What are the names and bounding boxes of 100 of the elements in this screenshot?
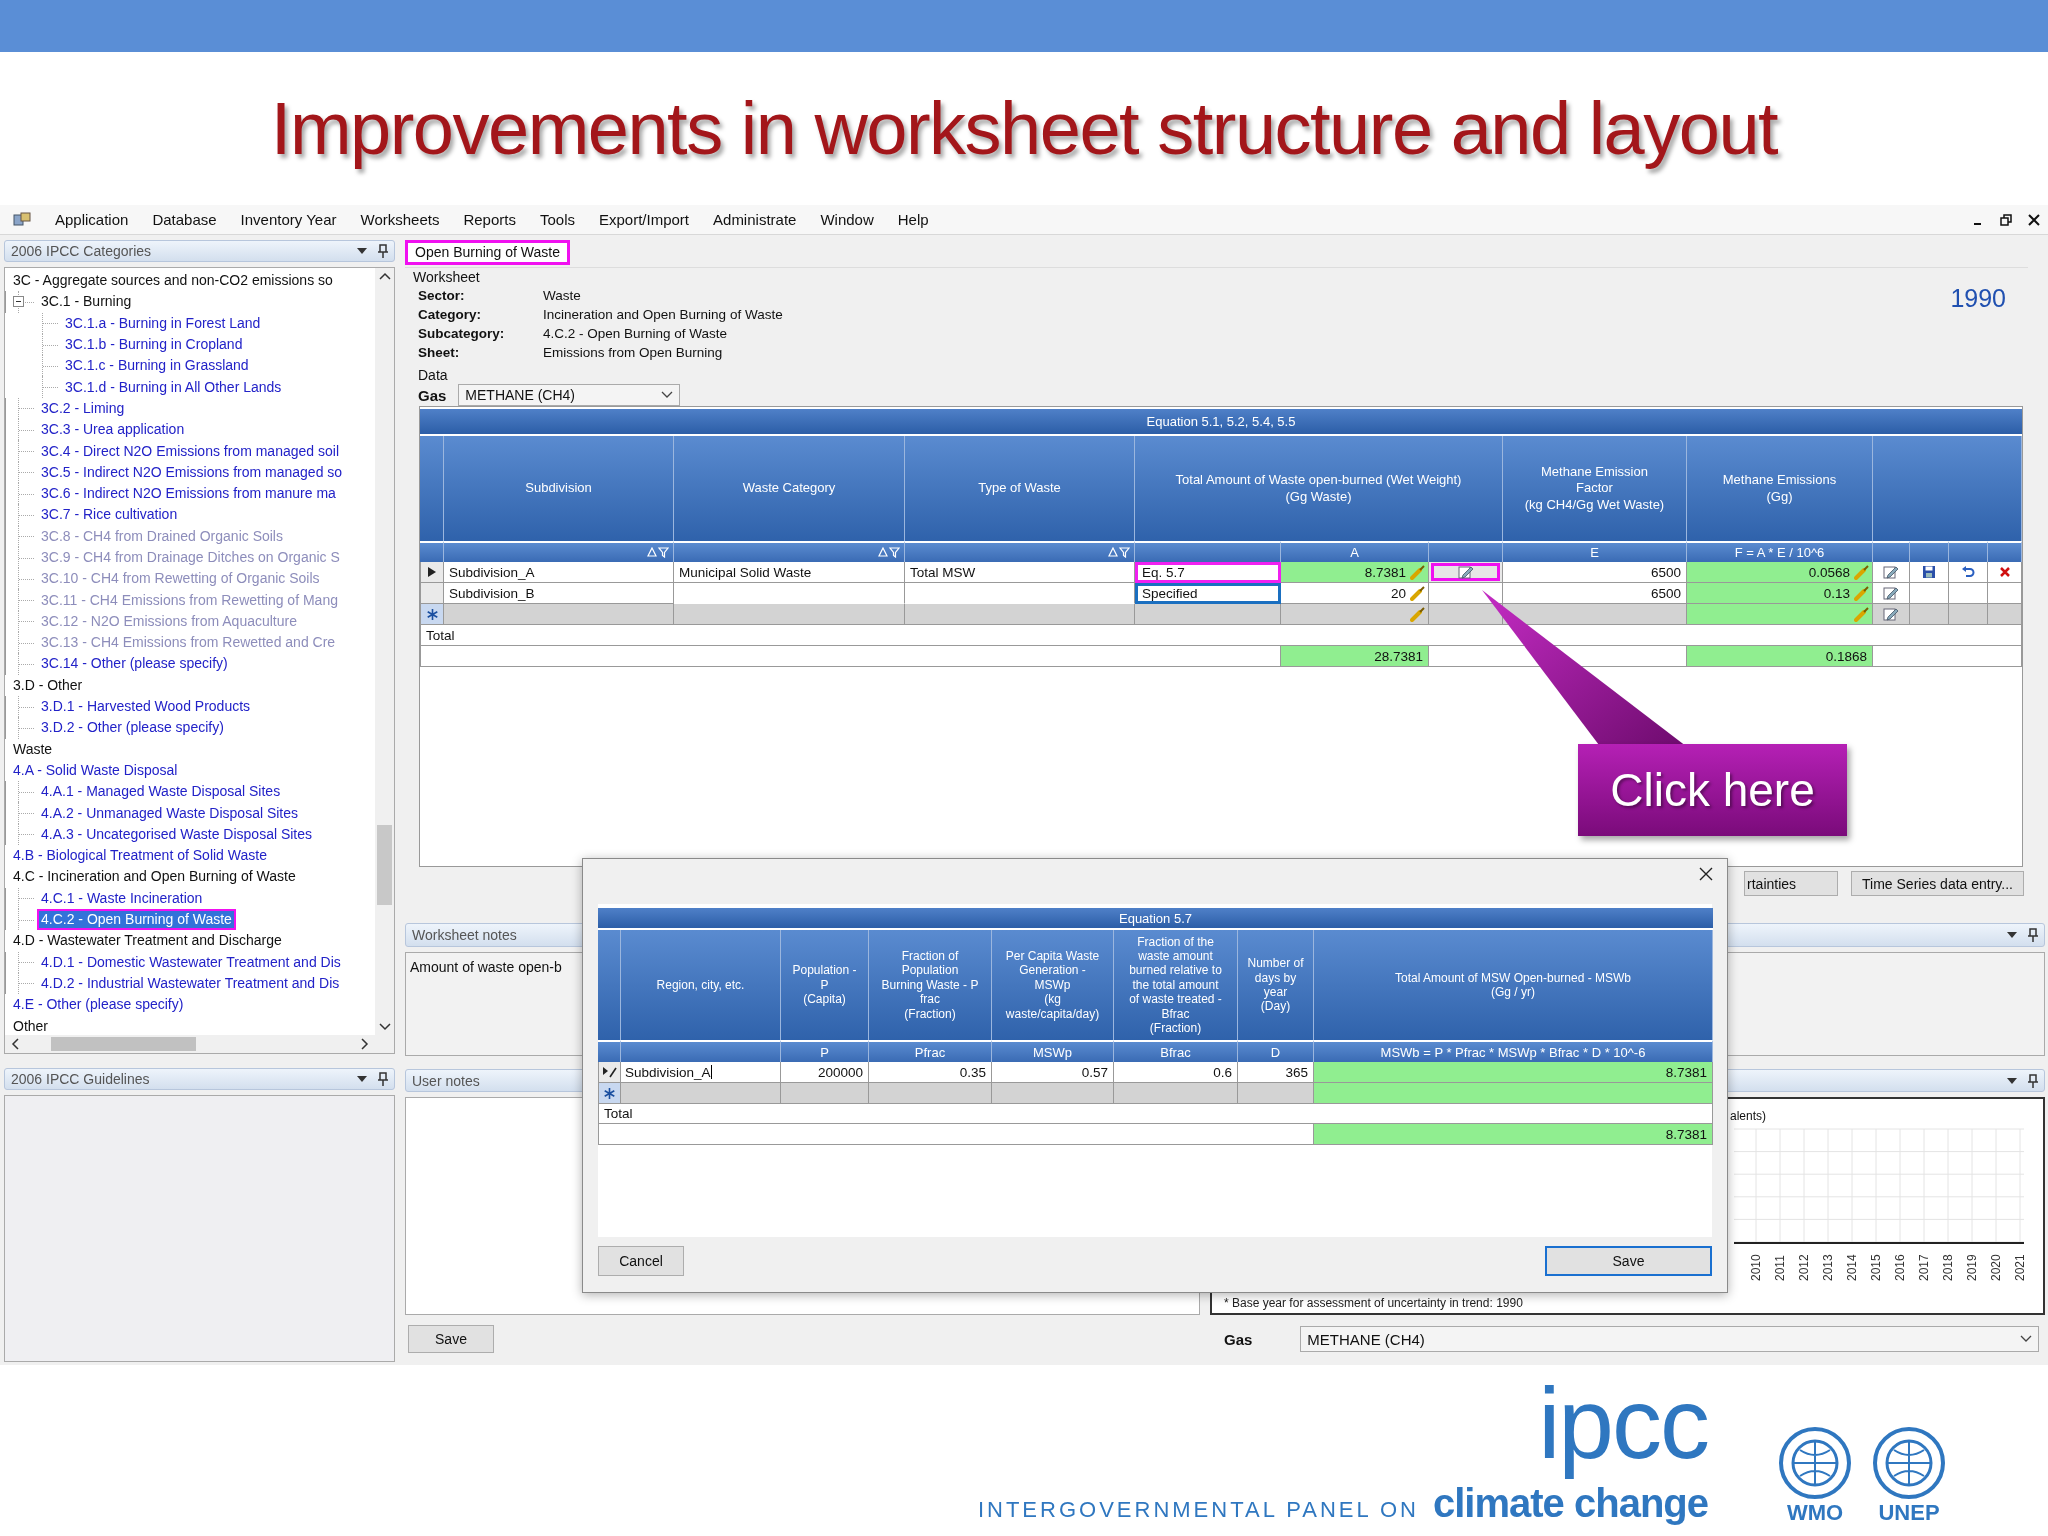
gas-dropdown[interactable]: METHANE (CH4) (458, 384, 681, 406)
subheader-cell: D (1238, 1040, 1314, 1062)
scrollbar-thumb[interactable] (51, 1037, 196, 1051)
pin-icon[interactable] (2028, 1073, 2038, 1088)
brush-icon[interactable] (1410, 606, 1426, 622)
caret-icon[interactable] (2006, 931, 2018, 939)
menu-item[interactable]: Help (885, 209, 941, 230)
row-header[interactable] (420, 562, 444, 583)
caret-icon[interactable] (356, 1075, 368, 1083)
brush-icon[interactable] (1854, 564, 1870, 580)
menu-item[interactable]: Reports (451, 209, 528, 230)
tree-item[interactable]: 3C - Aggregate sources and non-CO2 emissions so (9, 270, 337, 292)
save-button[interactable]: Save (1545, 1246, 1712, 1276)
equation-header: Equation 5.7 (598, 908, 1713, 930)
row-header[interactable] (598, 1062, 621, 1083)
axis-label: 2016 (1893, 1254, 1907, 1281)
method-cell[interactable]: Specified (1135, 583, 1281, 604)
tree-item[interactable]: Other (9, 1015, 52, 1035)
axis-label: 2021 (2013, 1254, 2027, 1281)
new-row-icon (426, 608, 438, 620)
close-icon[interactable] (1699, 867, 1713, 881)
input-field[interactable]: Subdivision_A (621, 1062, 781, 1083)
action-button[interactable]: Time Series data entry... (1851, 871, 2024, 896)
caret-icon[interactable] (2006, 1076, 2018, 1085)
vertical-scrollbar[interactable] (375, 268, 394, 1053)
table-cell: 6500 (1503, 583, 1687, 604)
tree-item[interactable]: 3.D.2 - Other (please specify) (37, 717, 228, 739)
pin-icon[interactable] (2028, 928, 2038, 942)
subheader-cell: A (1281, 541, 1429, 562)
tree-item[interactable]: 4.A.1 - Managed Waste Disposal Sites (37, 781, 285, 803)
chevron-right-icon[interactable] (361, 1038, 369, 1050)
close-icon[interactable] (2028, 213, 2040, 226)
tree-item[interactable]: 4.D - Wastewater Treatment and Discharge (9, 930, 286, 952)
chevron-down-icon[interactable] (2020, 1335, 2032, 1343)
brush-icon[interactable] (1854, 585, 1870, 601)
chevron-up-icon[interactable] (378, 272, 391, 280)
chevron-left-icon[interactable] (11, 1038, 19, 1050)
tree-item[interactable]: 3C.14 - Other (please specify) (37, 653, 232, 675)
column-header: Subdivision (444, 436, 674, 541)
footnote: * Base year for assessment of uncertainty in trend: 1990 (1223, 1296, 1524, 1310)
tree-item[interactable]: 4.C.1 - Waste Incineration (37, 887, 207, 909)
tree-item[interactable]: 3.D - Other (9, 674, 87, 696)
tree-item[interactable]: 4.C.2 - Open Burning of Waste (37, 909, 236, 931)
menu-item[interactable]: Inventory Year (228, 209, 349, 230)
method-cell[interactable]: Eq. 5.7 (1135, 562, 1281, 583)
menu-item[interactable]: Export/Import (587, 209, 702, 230)
tree-item[interactable]: 4.D.1 - Domestic Wastewater Treatment and Dis (37, 951, 345, 973)
tree-item[interactable]: 3C.1.a - Burning in Forest Land (61, 312, 265, 334)
scrollbar-thumb[interactable] (377, 825, 392, 905)
caret-icon[interactable] (356, 247, 368, 255)
pin-icon[interactable] (378, 244, 388, 258)
brush-icon[interactable] (1410, 564, 1426, 580)
menu-item[interactable]: Window (808, 209, 886, 230)
sort-filter-icon[interactable] (1108, 547, 1130, 558)
sort-filter-icon[interactable] (647, 547, 669, 558)
chevron-down-icon[interactable] (661, 391, 674, 399)
tree-item[interactable]: 3C.1.d - Burning in All Other Lands (61, 376, 286, 398)
horizontal-scrollbar[interactable] (5, 1035, 375, 1053)
cancel-button[interactable]: Cancel (598, 1246, 684, 1276)
gas-dropdown[interactable]: METHANE (CH4) (1300, 1326, 2039, 1352)
menu-item[interactable]: Database (140, 209, 229, 230)
menu-item[interactable]: Tools (527, 209, 587, 230)
tree-item[interactable]: 4.A - Solid Waste Disposal (9, 759, 182, 781)
equation-button[interactable] (1431, 563, 1500, 581)
tree-item[interactable]: 3C.5 - Indirect N2O Emissions from managed so (37, 461, 347, 483)
column-header: Total Amount of MSW Open-burned - MSWb (Gg / yr) (1314, 930, 1713, 1040)
tree-item[interactable]: 3C.6 - Indirect N2O Emissions from manure ma (37, 483, 340, 505)
collapse-icon[interactable] (13, 296, 24, 308)
column-header: Waste Category (674, 436, 905, 541)
column-header: Region, city, etc. (621, 930, 781, 1040)
save-button[interactable]: Save (408, 1325, 494, 1353)
tree-item[interactable]: 3C.1.c - Burning in Grassland (61, 355, 253, 377)
document-tab[interactable]: Open Burning of Waste (405, 240, 570, 265)
tree-item[interactable]: 3C.7 - Rice cultivation (37, 504, 182, 526)
menu-item[interactable]: Application (43, 209, 141, 230)
tree-item[interactable]: 3C.1 - Burning (37, 291, 136, 313)
tree-item[interactable]: 4.A.3 - Uncategorised Waste Disposal Sites (37, 823, 317, 845)
pin-icon[interactable] (378, 1072, 388, 1086)
brush-icon[interactable] (1854, 606, 1870, 622)
sort-filter-icon[interactable] (878, 547, 900, 558)
tree-item[interactable]: 3C.4 - Direct N2O Emissions from managed soil (37, 440, 343, 462)
tree-item[interactable]: 4.A.2 - Unmanaged Waste Disposal Sites (37, 802, 303, 824)
tree-item[interactable]: 4.B - Biological Treatment of Solid Waste (9, 845, 271, 867)
tree-item[interactable]: 4.E - Other (please specify) (9, 994, 188, 1016)
tree-item[interactable]: 3C.1.b - Burning in Cropland (61, 334, 247, 356)
chevron-down-icon[interactable] (378, 1023, 391, 1031)
tree-item[interactable]: 3.D.1 - Harvested Wood Products (37, 696, 255, 718)
action-button[interactable]: rtainties (1744, 871, 1839, 896)
current-row-icon (428, 567, 436, 577)
tree-item[interactable]: 3C.3 - Urea application (37, 419, 189, 441)
menu-item[interactable]: Worksheets (348, 209, 452, 230)
subheader-cell: P (781, 1040, 869, 1062)
app-icon[interactable] (13, 211, 31, 228)
restore-icon[interactable] (2000, 213, 2012, 226)
tree-item[interactable]: 3C.2 - Liming (37, 397, 129, 419)
brush-icon[interactable] (1410, 585, 1426, 601)
tree-item[interactable]: Waste (9, 738, 57, 760)
menu-item[interactable]: Administrate (701, 209, 809, 230)
tree-item[interactable]: 4.C - Incineration and Open Burning of Waste (9, 866, 300, 888)
tree-item[interactable]: 4.D.2 - Industrial Wastewater Treatment and Dis (37, 972, 344, 994)
